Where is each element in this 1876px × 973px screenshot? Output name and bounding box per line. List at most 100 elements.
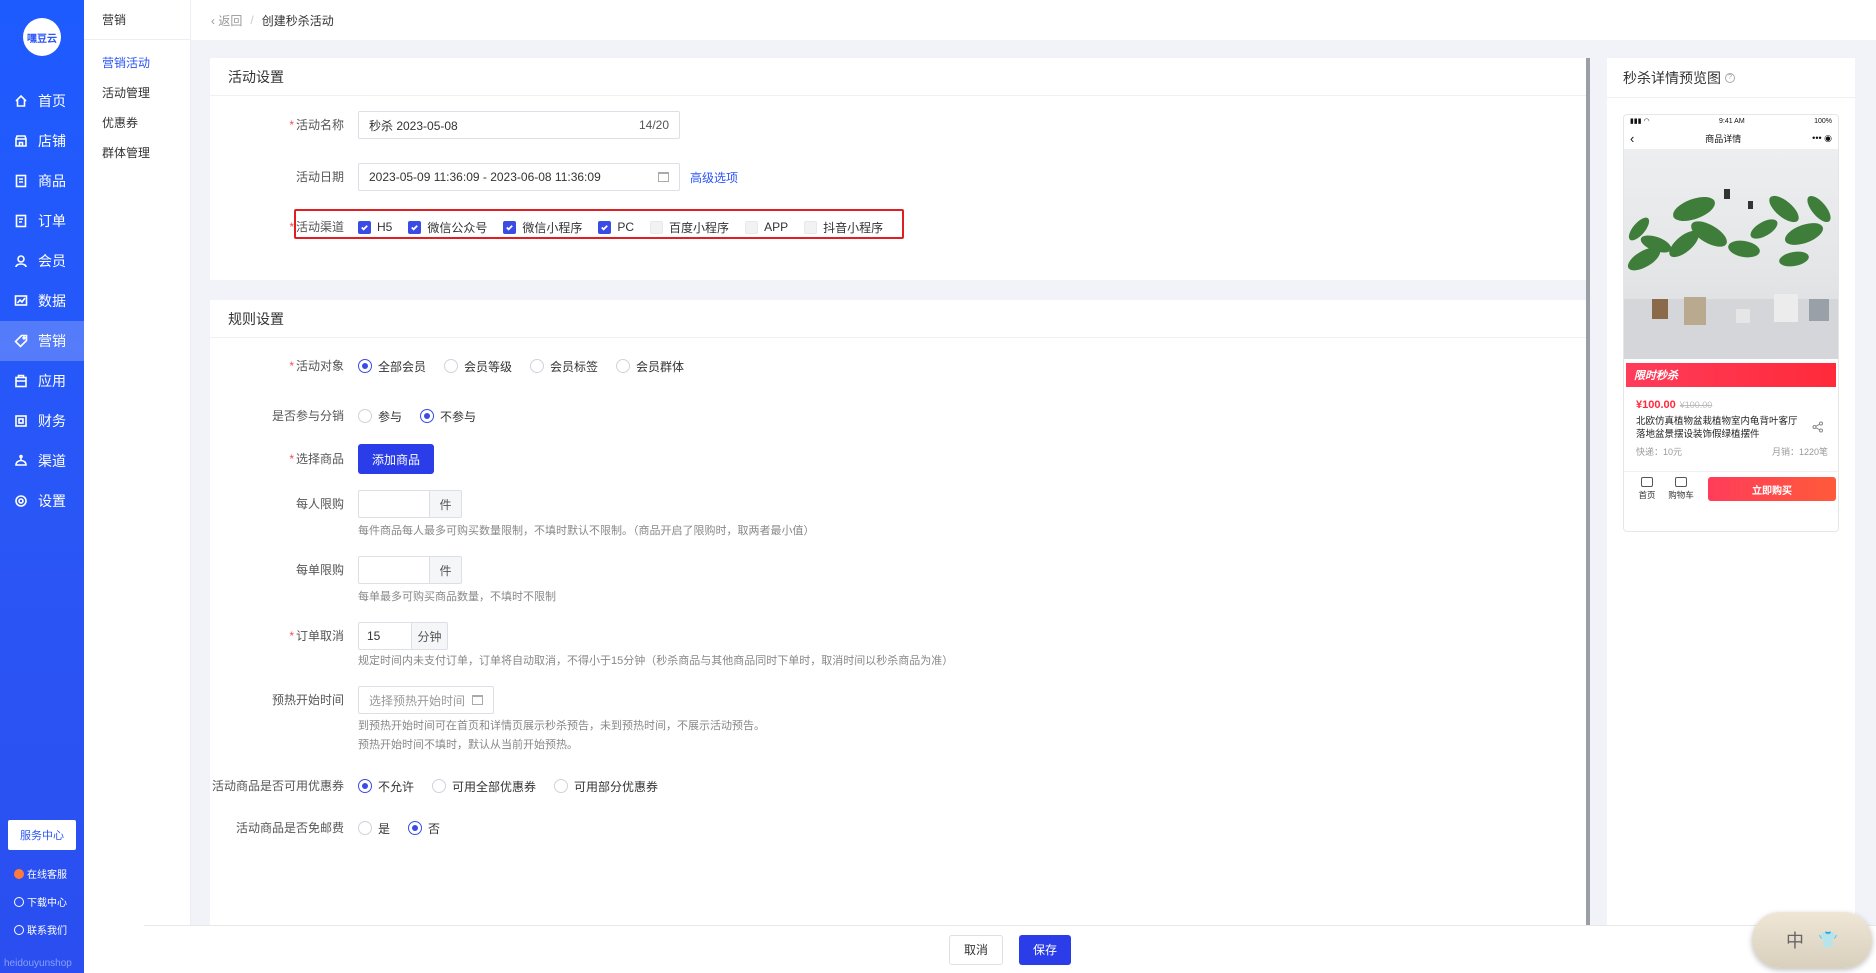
activity-name-input[interactable]: 秒杀 2023-05-08 14/20: [358, 111, 680, 139]
free-shipping-no-radio[interactable]: 否: [408, 820, 440, 837]
preview-title-text: 秒杀详情预览图: [1623, 69, 1721, 86]
coupon-all-radio[interactable]: 可用全部优惠券: [432, 778, 536, 795]
back-label: 返回: [218, 13, 243, 28]
activity-date-label: 活动日期: [295, 170, 344, 184]
preview-title: 秒杀详情预览图 ?: [1607, 58, 1855, 98]
chart-icon: [14, 294, 28, 308]
add-goods-button[interactable]: 添加商品: [358, 444, 435, 474]
store-icon: [14, 134, 28, 148]
signal-icon: ▮▮▮ ◠: [1630, 118, 1650, 125]
nav-item-channel[interactable]: 渠道: [0, 441, 84, 481]
nav-item-goods[interactable]: 商品: [0, 161, 84, 201]
more-icon: ••• ◉: [1812, 132, 1832, 143]
contact-us-link[interactable]: 联系我们: [14, 922, 67, 937]
per-person-label: 每人限购: [295, 497, 344, 511]
target-level-radio[interactable]: 会员等级: [444, 358, 512, 375]
save-button[interactable]: 保存: [1019, 934, 1072, 965]
per-person-input[interactable]: 件: [358, 490, 462, 518]
coupon-not-allowed-radio[interactable]: 不允许: [358, 778, 414, 795]
preheat-hint-1: 到预热开始时间可在首页和详情页展示秒杀预告，未到预热时间，不展示活动预告。: [358, 720, 765, 732]
original-price: ¥100.00: [1679, 400, 1713, 410]
advanced-options-link[interactable]: 高级选项: [690, 169, 738, 186]
footer-actions: 取消 保存: [144, 925, 1876, 973]
nav-item-app[interactable]: 应用: [0, 361, 84, 401]
nav-item-home[interactable]: 首页: [0, 81, 84, 121]
preheat-time-picker[interactable]: 选择预热开始时间: [358, 686, 494, 714]
target-tag-radio[interactable]: 会员标签: [530, 358, 598, 375]
per-order-label: 每单限购: [295, 563, 344, 577]
service-center-button[interactable]: 服务中心: [8, 820, 76, 850]
nav-item-settings[interactable]: 设置: [0, 481, 84, 521]
target-all-radio[interactable]: 全部会员: [358, 358, 426, 375]
per-person-hint: 每件商品每人最多可购买数量限制，不填时默认不限制。（商品开启了限购时，取两者最小…: [358, 525, 815, 537]
activity-date-picker[interactable]: 2023-05-09 11:36:09 - 2023-06-08 11:36:0…: [358, 163, 680, 191]
coupon-partial-radio[interactable]: 可用部分优惠券: [554, 778, 658, 795]
radio-selected-icon: [358, 359, 372, 373]
activity-name-row: * 活动名称 秒杀 2023-05-08 14/20: [210, 111, 1587, 139]
shirt-icon[interactable]: 👕: [1818, 930, 1838, 950]
main-scrollbar[interactable]: [1586, 58, 1590, 928]
per-order-input[interactable]: 件: [358, 556, 462, 584]
cancel-button[interactable]: 取消: [948, 934, 1003, 965]
submenu-item-marketing-activity[interactable]: 营销活动: [84, 48, 190, 78]
radio-selected-icon: [420, 409, 435, 423]
phone-icon: [14, 924, 24, 935]
submenu-title: 营销: [84, 0, 190, 40]
free-shipping-row: 活动商品是否免邮费 是 否: [210, 814, 1587, 842]
order-cancel-unit: 分钟: [411, 623, 447, 649]
target-group-radio[interactable]: 会员群体: [616, 358, 684, 375]
per-person-unit: 件: [429, 491, 461, 517]
brand-logo[interactable]: 嘿豆云: [23, 18, 61, 56]
flash-sale-banner: 限时秒杀: [1626, 363, 1836, 387]
radio-icon: [530, 359, 545, 373]
goods-icon: [14, 174, 28, 188]
preheat-label: 预热开始时间: [271, 693, 344, 707]
help-icon[interactable]: ?: [1725, 72, 1735, 83]
nav-item-finance[interactable]: 财务: [0, 401, 84, 441]
nav-list: 首页 店铺 商品 订单 会员 数据 营销 应用 财务 渠道 设置: [0, 81, 84, 521]
submenu-item-activity-manage[interactable]: 活动管理: [84, 78, 190, 108]
coupon-row: 活动商品是否可用优惠券 不允许 可用全部优惠券 可用部分优惠券: [210, 772, 1587, 800]
free-shipping-label: 活动商品是否免邮费: [235, 821, 344, 835]
online-service-link[interactable]: 在线客服: [14, 866, 67, 881]
submenu-item-group-manage[interactable]: 群体管理: [84, 138, 190, 168]
nav-label: 店铺: [38, 133, 66, 149]
radio-icon: [554, 779, 569, 793]
order-cancel-row: * 订单取消 15 分钟 规定时间内未支付订单，订单将自动取消，不得小于15分钟（…: [210, 622, 1587, 670]
rule-settings-title: 规则设置: [210, 300, 1587, 338]
download-center-link[interactable]: 下载中心: [14, 894, 67, 909]
gear-icon: [14, 494, 28, 508]
online-service-label: 在线客服: [27, 870, 67, 881]
nav-item-member[interactable]: 会员: [0, 241, 84, 281]
nav-label: 应用: [38, 373, 66, 389]
per-person-value: [359, 491, 429, 517]
submenu-item-coupon[interactable]: 优惠券: [84, 108, 190, 138]
product-name: 北欧仿真植物盆栽植物室内龟背叶客厅落地盆景摆设装饰假绿植摆件: [1636, 416, 1798, 440]
calendar-icon: [472, 695, 483, 705]
product-meta: 快递：10元 月销：1220笔: [1636, 445, 1828, 458]
order-cancel-label: * 订单取消: [289, 629, 344, 643]
order-cancel-value: 15: [367, 629, 381, 643]
ime-lang[interactable]: 中: [1786, 927, 1804, 953]
ime-toolbar[interactable]: 中 👕: [1752, 912, 1872, 968]
back-link[interactable]: ‹ 返回: [211, 12, 242, 29]
nav-label: 财务: [38, 413, 66, 429]
nav-item-data[interactable]: 数据: [0, 281, 84, 321]
distribution-label: 是否参与分销: [271, 409, 344, 423]
nav-item-order[interactable]: 订单: [0, 201, 84, 241]
back-arrow-icon: ‹: [1630, 130, 1635, 146]
phone-bottom-bar: 首页 购物车 立即购买: [1624, 471, 1838, 505]
activity-name-label: * 活动名称: [289, 118, 344, 132]
nav-item-marketing[interactable]: 营销: [0, 321, 84, 361]
free-shipping-yes-radio[interactable]: 是: [358, 820, 390, 837]
distribution-no-join-radio[interactable]: 不参与: [420, 408, 476, 425]
download-icon: [14, 896, 24, 907]
nav-label: 营销: [38, 333, 66, 349]
activity-date-row: 活动日期 2023-05-09 11:36:09 - 2023-06-08 11…: [210, 163, 1587, 191]
order-cancel-input[interactable]: 15 分钟: [358, 622, 448, 650]
contact-us-label: 联系我们: [27, 926, 67, 937]
nav-item-store[interactable]: 店铺: [0, 121, 84, 161]
distribution-join-radio[interactable]: 参与: [358, 408, 402, 425]
shipping-fee: 快递：10元: [1636, 447, 1683, 457]
nav-label: 订单: [38, 213, 66, 229]
